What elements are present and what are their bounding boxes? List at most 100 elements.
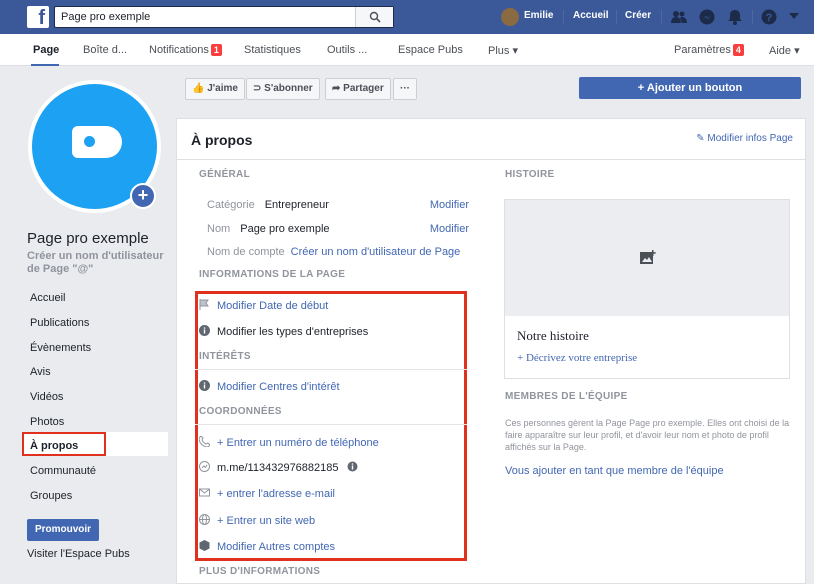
subscribe-label: S'abonner [264,83,313,94]
tab-settings[interactable]: Paramètres 4 [674,44,744,56]
messenger-icon[interactable] [699,9,715,25]
add-website-link[interactable]: + Entrer un site web [217,515,315,527]
sidebar-item-about[interactable]: À propos [30,440,78,452]
sidebar-item-videos[interactable]: Vidéos [30,391,63,403]
home-link[interactable]: Accueil [573,10,609,21]
divider [661,10,662,24]
tab-notifications[interactable]: Notifications 1 [149,44,222,56]
story-cover[interactable] [505,200,789,316]
edit-name-link[interactable]: Modifier [430,223,469,235]
account-row: Nom de compte Créer un nom d'utilisateur … [207,246,460,258]
notifications-icon[interactable] [727,9,743,25]
sidebar-item-photos[interactable]: Photos [30,416,64,428]
interests-row[interactable]: Modifier Centres d'intérêt [199,380,340,393]
email-row[interactable]: + entrer l'adresse e-mail [199,487,335,500]
pencil-icon: ✎ [696,133,708,144]
story-heading: HISTOIRE [505,169,555,180]
story-card[interactable]: Notre histoire + Décrivez votre entrepri… [504,199,790,379]
sidebar-item-events[interactable]: Évènements [30,342,91,354]
chevron-down-icon[interactable] [789,13,799,21]
sidebar-item-reviews[interactable]: Avis [30,366,51,378]
divider [616,10,617,24]
tab-tools[interactable]: Outils ... [327,44,367,56]
about-panel: À propos ✎ Modifier infos Page GÉNÉRAL C… [176,118,806,584]
tab-inbox[interactable]: Boîte d... [83,44,127,56]
divider [195,424,467,425]
info-icon [199,380,210,391]
friends-icon[interactable] [671,9,687,25]
divider [752,10,753,24]
search-icon [369,11,381,23]
visit-ads-center-link[interactable]: Visiter l'Espace Pubs [27,548,130,560]
facebook-logo[interactable]: f [27,6,49,28]
rss-icon: ⊃ [253,83,265,94]
add-photo-button[interactable]: + [130,183,156,209]
more-info-heading: PLUS D'INFORMATIONS [199,566,321,577]
flag-icon [199,299,209,310]
add-photo-icon [640,250,656,264]
messenger-link[interactable]: m.me/113432976882185 [217,462,339,474]
category-key: Catégorie [207,199,255,211]
describe-business-link[interactable]: + Décrivez votre entreprise [517,352,637,364]
user-name-link[interactable]: Emilie [524,10,553,21]
subscribe-button[interactable]: ⊃ S'abonner [246,78,320,100]
messenger-row[interactable]: m.me/113432976882185 [199,461,365,474]
notification-badge: 1 [210,44,222,56]
add-email-link[interactable]: + entrer l'adresse e-mail [217,488,335,500]
add-self-team-link[interactable]: Vous ajouter en tant que membre de l'équ… [505,465,724,477]
edit-business-types-link[interactable]: Modifier les types d'entreprises [217,326,368,338]
edit-category-link[interactable]: Modifier [430,199,469,211]
add-button[interactable]: + Ajouter un bouton [579,77,801,99]
action-bar: 👍 J'aime ⊃ S'abonner ➦ Partager ··· + Aj… [176,66,814,110]
page-info-heading: INFORMATIONS DE LA PAGE [199,269,346,280]
create-username-link[interactable]: Créer un nom d'utilisateur de Page "@" [27,250,177,276]
sidebar-item-posts[interactable]: Publications [30,317,89,329]
start-date-row[interactable]: Modifier Date de début [199,299,328,312]
share-button[interactable]: ➦ Partager [325,78,391,100]
envelope-icon [199,488,210,497]
contact-heading: COORDONNÉES [199,406,282,417]
more-button[interactable]: ··· [393,78,417,100]
search-button[interactable] [355,7,393,27]
other-accounts-row[interactable]: Modifier Autres comptes [199,540,335,553]
search-input[interactable]: Page pro exemple [54,6,394,28]
tab-help[interactable]: Aide ▾ [769,44,800,57]
divider [177,159,805,160]
help-icon[interactable]: ? [761,9,777,25]
sidebar-item-community[interactable]: Communauté [30,465,96,477]
create-link[interactable]: Créer [625,10,651,21]
edit-interests-link[interactable]: Modifier Centres d'intérêt [217,381,340,393]
page-tabs-bar: Page Boîte d... Notifications 1 Statistiq… [0,34,814,66]
general-heading: GÉNÉRAL [199,169,250,180]
sidebar-item-groups[interactable]: Groupes [30,490,72,502]
phone-icon [199,436,210,447]
tab-insights[interactable]: Statistiques [244,44,301,56]
interests-heading: INTÉRÊTS [199,351,251,362]
tab-more[interactable]: Plus ▾ [488,44,518,57]
share-label: Partager [343,83,384,94]
sidebar-item-home[interactable]: Accueil [30,292,65,304]
create-account-name-link[interactable]: Créer un nom d'utilisateur de Page [291,246,461,258]
tab-ads-center[interactable]: Espace Pubs [398,44,463,56]
add-phone-link[interactable]: + Entrer un numéro de téléphone [217,437,379,449]
team-description: Ces personnes gèrent la Page Page pro ex… [505,418,790,452]
tab-label: Notifications [149,44,209,56]
phone-row[interactable]: + Entrer un numéro de téléphone [199,436,379,449]
edit-start-date-link[interactable]: Modifier Date de début [217,300,328,312]
team-heading: MEMBRES DE L'ÉQUIPE [505,391,628,402]
website-row[interactable]: + Entrer un site web [199,514,315,527]
like-button[interactable]: 👍 J'aime [185,78,245,100]
business-types-row[interactable]: Modifier les types d'entreprises [199,325,368,338]
tab-label: Paramètres [674,44,731,56]
cube-icon [199,540,210,551]
top-bar: f Page pro exemple Emilie Accueil Créer … [0,0,814,34]
account-key: Nom de compte [207,246,285,258]
promote-button[interactable]: Promouvoir [27,519,99,541]
edit-page-info-link[interactable]: ✎ Modifier infos Page [696,133,793,144]
edit-other-accounts-link[interactable]: Modifier Autres comptes [217,541,335,553]
about-title: À propos [191,132,253,148]
tab-page[interactable]: Page [33,44,59,56]
info-icon[interactable] [347,461,358,472]
category-value: Entrepreneur [264,199,329,211]
user-avatar[interactable] [501,8,519,26]
